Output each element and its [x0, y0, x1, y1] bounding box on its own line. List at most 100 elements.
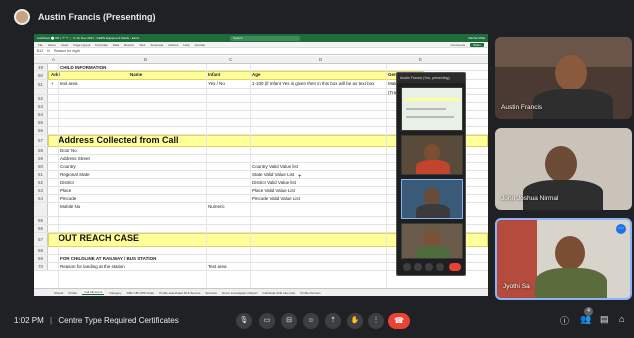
- floating-camera-icon[interactable]: [414, 263, 422, 271]
- emoji-icon[interactable]: ☺: [303, 313, 319, 329]
- cell-b[interactable]: Place: [60, 188, 71, 193]
- sheet-tab[interactable]: Call Allotment: [82, 290, 105, 295]
- cell-d[interactable]: Country Valid Value list: [252, 164, 298, 169]
- cell-b[interactable]: Address Street: [60, 156, 90, 161]
- row-number[interactable]: 66: [34, 225, 48, 232]
- present-icon[interactable]: ⇡: [325, 313, 341, 329]
- cell-d[interactable]: State Valid Value List: [252, 172, 294, 177]
- row-number[interactable]: 67: [34, 233, 48, 246]
- cell-b[interactable]: Name: [130, 72, 142, 77]
- cell-b[interactable]: District: [60, 180, 74, 185]
- sheet-tab[interactable]: DMC UB OPD Order: [127, 291, 155, 295]
- name-box[interactable]: B12: [37, 49, 43, 53]
- captions-icon[interactable]: ⊟: [281, 313, 297, 329]
- participant-tile-speaking[interactable]: Jyothi Sa ⋯: [495, 218, 632, 300]
- row-number[interactable]: 49: [34, 64, 48, 70]
- ribbon-tab[interactable]: Insert: [61, 43, 69, 47]
- cell-a[interactable]: +: [51, 81, 54, 86]
- more-icon[interactable]: ⋮: [368, 313, 384, 329]
- row-number[interactable]: 62: [34, 179, 48, 186]
- participant-tile[interactable]: John Joshua Nirmal: [495, 128, 632, 210]
- cell-b[interactable]: Pincode: [60, 196, 76, 201]
- cell-b[interactable]: FOR CHILDLINE AT RAILWAY / BUS STATION: [60, 256, 156, 261]
- more-options-icon[interactable]: ⋯: [616, 224, 626, 234]
- formula-input[interactable]: Reason for night: [54, 49, 80, 53]
- cell-d[interactable]: Pincode Valid Value List: [252, 196, 300, 201]
- ribbon-tab[interactable]: Data: [113, 43, 119, 47]
- column-d-header[interactable]: D: [319, 57, 322, 62]
- participant-tile[interactable]: Austin Francis: [495, 37, 632, 119]
- ribbon-tab[interactable]: Home: [48, 43, 56, 47]
- row-number[interactable]: 64: [34, 195, 48, 202]
- cell-c[interactable]: Numeric: [208, 204, 225, 209]
- column-c-header[interactable]: C: [229, 57, 232, 62]
- cell-b[interactable]: Address Collected from Call: [58, 135, 179, 145]
- row-number[interactable]: 51: [34, 80, 48, 88]
- row-number[interactable]: 58: [34, 147, 48, 154]
- people-icon[interactable]: 👥: [580, 314, 591, 325]
- ribbon-tab[interactable]: Automate: [150, 43, 163, 47]
- meet-floating-panel[interactable]: Austin Francis (You, presenting): [396, 72, 466, 276]
- row-number[interactable]: 55: [34, 119, 48, 126]
- row-number[interactable]: [34, 203, 48, 216]
- cell-b[interactable]: Reason for landing at the station: [60, 264, 125, 269]
- row-number[interactable]: 59: [34, 155, 48, 162]
- mic-icon[interactable]: 🎙: [236, 313, 252, 329]
- row-number[interactable]: 50: [34, 71, 48, 79]
- sheet-tab[interactable]: Home Investigation Report: [222, 291, 258, 295]
- info-icon[interactable]: ⓘ: [560, 314, 569, 327]
- ribbon-tab[interactable]: Page Layout: [73, 43, 90, 47]
- share-button[interactable]: Share: [469, 42, 484, 47]
- ribbon-tab[interactable]: Acrobat: [195, 43, 205, 47]
- sheet-tab[interactable]: Category: [109, 291, 121, 295]
- row-number[interactable]: 60: [34, 163, 48, 170]
- row-number[interactable]: 56: [34, 127, 48, 134]
- sheet-tab[interactable]: Services: [205, 291, 217, 295]
- row-number[interactable]: 63: [34, 187, 48, 194]
- row-number[interactable]: 54: [34, 111, 48, 118]
- column-a-header[interactable]: A: [52, 57, 55, 62]
- ribbon-tab[interactable]: Formulas: [95, 43, 108, 47]
- row-number[interactable]: 68: [34, 247, 48, 254]
- spreadsheet-grid[interactable]: A B C D E: [34, 56, 488, 64]
- row-number[interactable]: 52: [34, 95, 48, 102]
- ribbon-tab[interactable]: Review: [124, 43, 134, 47]
- cell-b[interactable]: Door No: [60, 148, 77, 153]
- column-e-header[interactable]: E: [419, 57, 422, 62]
- cell-b[interactable]: OUT REACH CASE: [58, 233, 139, 243]
- activities-icon[interactable]: ⌂: [619, 314, 624, 324]
- chat-icon[interactable]: ▤: [600, 314, 609, 325]
- row-number[interactable]: 65: [34, 217, 48, 224]
- excel-search-input[interactable]: Search: [230, 35, 301, 41]
- sheet-tab[interactable]: Profile associated ID & Service: [159, 291, 200, 295]
- excel-account[interactable]: Rachel Pillai: [468, 36, 485, 40]
- ribbon-tab[interactable]: File: [38, 43, 43, 47]
- cell-c[interactable]: Yes / No: [208, 81, 225, 86]
- row-number[interactable]: 57: [34, 135, 48, 146]
- sheet-tab[interactable]: Profile: [69, 291, 78, 295]
- cell-d[interactable]: Place Valid Value List: [252, 188, 295, 193]
- sheet-tab[interactable]: Profile Persons: [300, 291, 320, 295]
- row-number[interactable]: 53: [34, 103, 48, 110]
- row-number[interactable]: [34, 89, 48, 94]
- ribbon-tab[interactable]: View: [139, 43, 145, 47]
- ribbon-tab[interactable]: Help: [183, 43, 189, 47]
- cell-d[interactable]: District Valid Value list: [252, 180, 296, 185]
- cell-d[interactable]: 1-100 (if Infant Yes is given then in th…: [252, 81, 374, 86]
- sheet-tab[interactable]: Individual child care plan: [262, 291, 295, 295]
- column-b-header[interactable]: B: [144, 57, 147, 62]
- cell-c[interactable]: Text area: [208, 264, 227, 269]
- floating-more-icon[interactable]: [436, 263, 444, 271]
- row-number[interactable]: 70: [34, 263, 48, 270]
- camera-icon[interactable]: ▭: [259, 313, 275, 329]
- cell-d[interactable]: Age: [252, 72, 261, 77]
- floating-hand-icon[interactable]: [425, 263, 433, 271]
- row-number[interactable]: 69: [34, 255, 48, 262]
- comments-button[interactable]: Comments: [450, 43, 465, 47]
- row-number[interactable]: 61: [34, 171, 48, 178]
- table-row[interactable]: 49 CHILD INFORMATION: [34, 64, 488, 71]
- cell-b[interactable]: Mobile No: [60, 204, 80, 209]
- cell-b[interactable]: text area: [60, 81, 78, 86]
- end-call-button[interactable]: ☎: [388, 313, 410, 329]
- floating-end-call-icon[interactable]: [449, 263, 461, 271]
